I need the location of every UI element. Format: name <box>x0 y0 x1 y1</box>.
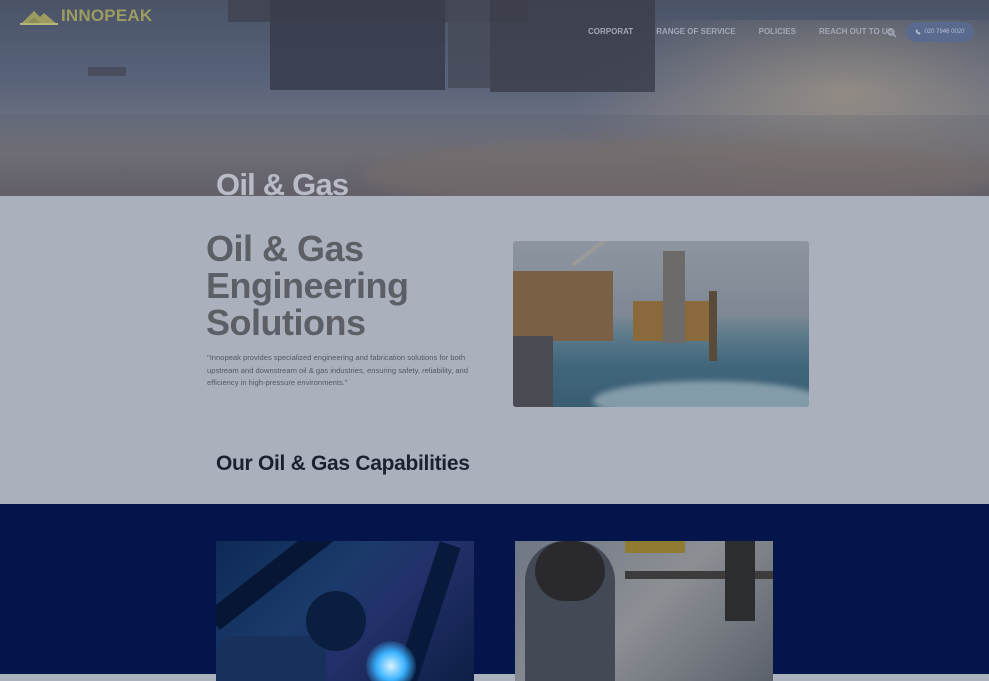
crane-boom <box>571 241 717 267</box>
rig-tower <box>663 251 685 343</box>
oil-platform-leg <box>490 0 655 92</box>
brand-logo[interactable]: INNOPEAK <box>20 6 152 26</box>
rig-structure <box>513 271 613 341</box>
search-icon[interactable] <box>887 28 897 38</box>
distant-boat <box>88 67 126 76</box>
rig-structure <box>513 336 553 407</box>
nav-item-reach-out-to-us[interactable]: REACH OUT TO US <box>819 27 893 36</box>
machinist-head <box>535 541 605 601</box>
phone-number: 020 7946 0020 <box>924 29 965 35</box>
phone-icon <box>916 29 921 35</box>
machine-spindle <box>725 541 755 621</box>
section-heading: Oil & Gas Engineering Solutions <box>206 230 409 341</box>
machine-housing <box>625 541 685 553</box>
intro-section: Oil & Gas Engineering Solutions "Innopea… <box>0 196 989 504</box>
oil-platform-leg <box>270 0 445 90</box>
nav-item-range-of-service[interactable]: RANGE OF SERVICE <box>656 27 735 36</box>
offshore-rig-image <box>513 241 809 407</box>
brand-name: INNOPEAK <box>61 6 153 25</box>
heading-line: Solutions <box>206 302 366 343</box>
welding-card-image[interactable] <box>216 541 474 681</box>
sea-foam <box>593 381 809 407</box>
main-nav: CORPORAT RANGE OF SERVICE POLICIES REACH… <box>588 27 916 36</box>
heading-line: Oil & Gas <box>206 228 364 269</box>
nav-item-policies[interactable]: POLICIES <box>759 27 796 36</box>
phone-button[interactable]: 020 7946 0020 <box>906 22 974 42</box>
nav-item-corporat[interactable]: CORPORAT <box>588 27 633 36</box>
intro-paragraph: "Innopeak provides specialized engineeri… <box>207 353 468 388</box>
welder-body <box>216 636 326 681</box>
hero-banner: INNOPEAK CORPORAT RANGE OF SERVICE POLIC… <box>0 0 989 196</box>
hero-title: Oil & Gas <box>216 166 349 196</box>
machining-card-image[interactable] <box>515 541 773 681</box>
capabilities-cards <box>0 504 989 681</box>
capabilities-heading: Our Oil & Gas Capabilities <box>216 452 470 475</box>
oil-platform-leg <box>448 0 490 88</box>
welding-helmet <box>306 591 366 651</box>
rig-leg <box>709 291 717 361</box>
heading-line: Engineering <box>206 265 409 306</box>
mountain-logo-icon <box>20 11 58 25</box>
